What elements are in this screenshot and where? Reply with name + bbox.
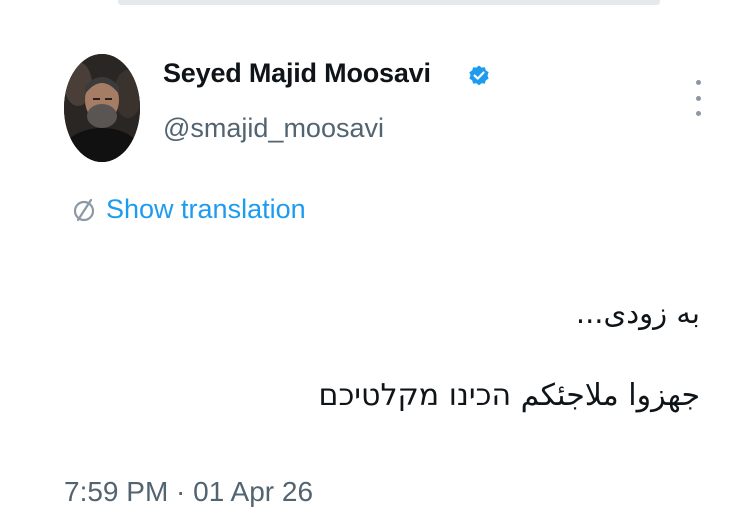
more-dot	[695, 111, 701, 116]
author-handle[interactable]: @smajid_moosavi	[163, 113, 384, 144]
translate-icon	[73, 198, 95, 221]
more-options-icon[interactable]	[688, 80, 708, 116]
more-dot	[695, 80, 701, 85]
show-translation-button[interactable]: Show translation	[70, 194, 306, 225]
avatar-photo	[64, 54, 140, 162]
show-translation-label: Show translation	[106, 194, 306, 224]
tweet-text-line-2: جهزوا ملاجئكم הכינו מקלטיכם	[318, 378, 700, 413]
tweet-timestamp[interactable]: 7:59 PM · 01 Apr 26	[64, 476, 313, 508]
more-dot	[695, 95, 701, 101]
previous-content-edge	[118, 0, 660, 5]
avatar[interactable]	[64, 54, 140, 162]
author-display-name[interactable]: Seyed Majid Moosavi	[163, 58, 431, 89]
verified-badge-icon	[469, 65, 489, 86]
tweet-text-line-1: به زودی...	[575, 296, 700, 330]
